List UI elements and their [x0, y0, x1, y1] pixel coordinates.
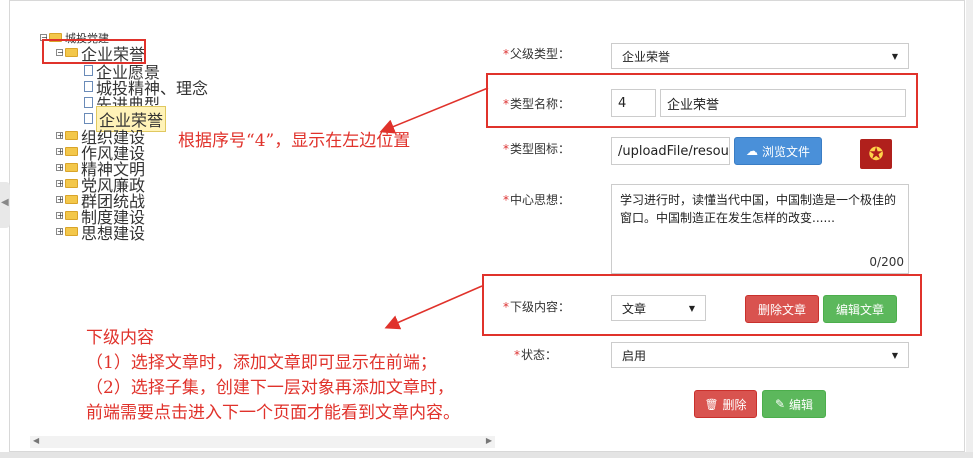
icon-path-input[interactable]: /uploadFile/resour: [611, 137, 730, 165]
delete-article-button[interactable]: 删除文章: [745, 295, 819, 323]
caret-down-icon: ▼: [688, 304, 695, 313]
arrow-to-tree: [379, 87, 489, 134]
caret-down-icon: ▼: [891, 52, 898, 61]
pencil-icon: ✎: [774, 397, 786, 411]
status-select[interactable]: 启用 ▼: [611, 342, 909, 368]
caret-down-icon: ▼: [891, 351, 898, 360]
type-icon-label: *类型图标：: [503, 142, 571, 156]
honor-badge-icon: ✪: [860, 139, 892, 169]
center-idea-label: *中心思想：: [503, 193, 571, 207]
center-idea-textarea[interactable]: 学习进行时，读懂当代中国，中国制造是一个极佳的窗口。中国制造正在发生怎样的改变.…: [611, 184, 909, 274]
edit-article-button[interactable]: 编辑文章: [823, 295, 897, 323]
arrow-to-note: [384, 285, 483, 330]
parent-type-label: *父级类型：: [503, 47, 571, 61]
sub-content-label: *下级内容：: [503, 300, 571, 314]
delete-button[interactable]: 🗑 删除: [694, 390, 757, 418]
type-name-label: *类型名称：: [503, 97, 571, 111]
parent-type-select[interactable]: 企业荣誉 ▼: [611, 43, 909, 69]
char-counter: 0/200: [869, 255, 904, 269]
sub-content-select[interactable]: 文章 ▼: [611, 295, 706, 321]
scroll-right-icon[interactable]: ▶: [486, 436, 492, 445]
browse-file-button[interactable]: ☁ 浏览文件: [734, 137, 822, 165]
scroll-left-icon[interactable]: ◀: [33, 436, 39, 445]
center-idea-text: 学习进行时，读懂当代中国，中国制造是一个极佳的窗口。中国制造正在发生怎样的改变.…: [620, 193, 897, 225]
edit-button[interactable]: ✎ 编辑: [762, 390, 826, 418]
order-input[interactable]: 4: [611, 89, 656, 117]
status-label: *状态：: [514, 348, 558, 362]
type-name-input[interactable]: 企业荣誉: [660, 89, 906, 117]
cloud-upload-icon: ☁: [745, 144, 758, 158]
horizontal-scrollbar[interactable]: ◀ ▶: [30, 436, 495, 448]
trash-icon: 🗑: [704, 397, 719, 411]
